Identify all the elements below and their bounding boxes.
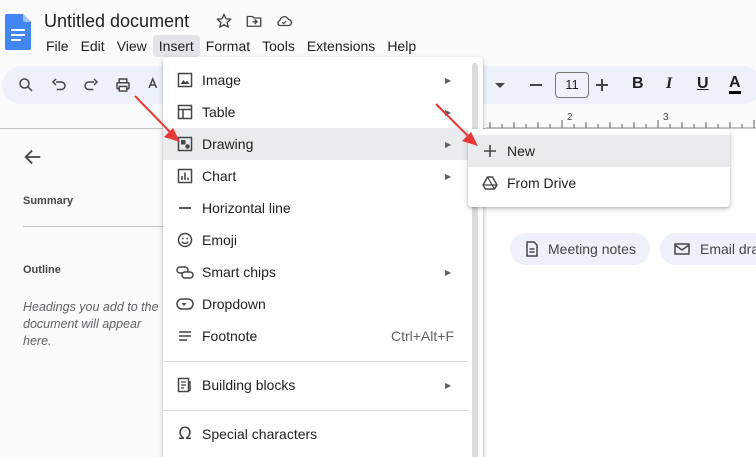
submenu-arrow-icon: ▶ xyxy=(445,380,452,390)
insert-menu: Image ▶ Table ▶ Drawing ▶ Chart ▶ Horizo… xyxy=(163,57,483,457)
submenu-arrow-icon: ▶ xyxy=(445,107,452,117)
menu-item-horizontal-line[interactable]: Horizontal line xyxy=(163,192,468,224)
font-size-input[interactable]: 11 xyxy=(555,72,589,98)
menu-help[interactable]: Help xyxy=(381,35,422,57)
underline-button[interactable]: U xyxy=(697,75,709,93)
emoji-icon xyxy=(177,232,193,248)
menu-item-label: Horizontal line xyxy=(202,200,291,216)
menu-item-label: Dropdown xyxy=(202,296,266,312)
email-icon xyxy=(674,243,690,255)
search-menus-icon[interactable] xyxy=(17,76,35,94)
smart-chips-icon xyxy=(176,266,194,279)
chip-label: Meeting notes xyxy=(548,241,636,257)
chevron-down-icon[interactable] xyxy=(494,76,506,94)
menu-item-label: Chart xyxy=(202,168,237,184)
dropdown-icon xyxy=(176,298,194,310)
submenu-arrow-icon: ▶ xyxy=(445,267,452,277)
drawing-submenu: New From Drive xyxy=(468,129,730,207)
move-folder-icon[interactable] xyxy=(245,12,263,30)
panel-divider xyxy=(23,226,173,227)
menu-file[interactable]: File xyxy=(40,35,75,57)
outline-heading: Outline xyxy=(23,264,61,276)
footnote-icon xyxy=(179,331,191,341)
menu-extensions[interactable]: Extensions xyxy=(301,35,381,57)
bold-button[interactable]: B xyxy=(632,75,644,93)
submenu-item-new[interactable]: New xyxy=(468,135,730,167)
google-docs-logo-icon[interactable] xyxy=(5,14,31,50)
chip-email-draft[interactable]: Email dra xyxy=(660,233,756,265)
menu-item-chart[interactable]: Chart ▶ xyxy=(163,160,468,192)
ruler-ticks xyxy=(489,120,755,128)
image-icon xyxy=(177,72,193,88)
submenu-item-from-drive[interactable]: From Drive xyxy=(468,167,730,199)
print-icon[interactable] xyxy=(114,76,132,94)
submenu-arrow-icon: ▶ xyxy=(445,171,452,181)
cloud-status-icon[interactable] xyxy=(275,12,293,30)
submenu-arrow-icon: ▶ xyxy=(445,139,452,149)
increase-font-size-icon[interactable] xyxy=(595,76,609,94)
menu-item-emoji[interactable]: Emoji xyxy=(163,224,468,256)
back-arrow-icon[interactable] xyxy=(22,146,44,168)
star-icon[interactable] xyxy=(215,12,233,30)
submenu-arrow-icon: ▶ xyxy=(445,75,452,85)
omega-icon: Ω xyxy=(178,424,192,444)
spellcheck-icon[interactable] xyxy=(146,76,164,94)
ruler-mark: 3 xyxy=(663,112,669,123)
keyboard-shortcut: Ctrl+Alt+F xyxy=(390,328,454,344)
document-title[interactable]: Untitled document xyxy=(44,11,189,32)
menu-item-image[interactable]: Image ▶ xyxy=(163,64,468,96)
horizontal-ruler[interactable]: 2 3 xyxy=(486,112,756,128)
menu-bar: File Edit View Insert Format Tools Exten… xyxy=(40,34,422,58)
undo-icon[interactable] xyxy=(50,76,68,94)
menu-item-footnote[interactable]: Footnote Ctrl+Alt+F xyxy=(163,320,468,352)
menu-item-label: Special characters xyxy=(202,426,318,442)
ruler-mark: 2 xyxy=(567,112,573,123)
menu-item-label: Table xyxy=(202,104,236,120)
summary-heading: Summary xyxy=(23,195,74,207)
outline-help-text: Headings you add to the document will ap… xyxy=(23,300,159,348)
drawing-icon xyxy=(177,136,193,152)
menu-item-label: Image xyxy=(202,72,241,88)
submenu-item-label: From Drive xyxy=(507,175,577,191)
doc-icon xyxy=(526,241,538,257)
horizontal-line-icon xyxy=(179,207,191,209)
menu-item-label: Drawing xyxy=(202,136,254,152)
plus-icon xyxy=(484,145,496,157)
drive-icon xyxy=(482,176,498,190)
submenu-item-label: New xyxy=(507,143,536,159)
decrease-font-size-icon[interactable] xyxy=(529,76,543,94)
menu-item-label: Smart chips xyxy=(202,264,276,280)
text-color-button[interactable]: A xyxy=(729,75,741,94)
menu-insert[interactable]: Insert xyxy=(152,35,200,57)
menu-view[interactable]: View xyxy=(111,35,153,57)
menu-item-special-characters[interactable]: Ω Special characters xyxy=(163,418,468,450)
menu-format[interactable]: Format xyxy=(200,35,256,57)
menu-item-table[interactable]: Table ▶ xyxy=(163,96,468,128)
menu-separator xyxy=(163,410,468,411)
menu-item-label: Emoji xyxy=(202,232,238,248)
chip-meeting-notes[interactable]: Meeting notes xyxy=(510,233,650,265)
menu-edit[interactable]: Edit xyxy=(75,35,111,57)
chip-label: Email dra xyxy=(700,241,756,257)
table-icon xyxy=(177,104,193,120)
menu-item-label: Footnote xyxy=(202,328,258,344)
menu-tools[interactable]: Tools xyxy=(256,35,301,57)
building-blocks-icon xyxy=(177,377,191,393)
menu-item-label: Building blocks xyxy=(202,377,296,393)
menu-item-smart-chips[interactable]: Smart chips ▶ xyxy=(163,256,468,288)
italic-button[interactable]: I xyxy=(666,75,672,93)
menu-item-drawing[interactable]: Drawing ▶ xyxy=(163,128,468,160)
menu-separator xyxy=(163,361,468,362)
menu-item-dropdown[interactable]: Dropdown xyxy=(163,288,468,320)
menu-scrollbar[interactable] xyxy=(472,63,478,457)
chart-icon xyxy=(177,168,193,184)
redo-icon[interactable] xyxy=(82,76,100,94)
menu-item-building-blocks[interactable]: Building blocks ▶ xyxy=(163,369,468,401)
